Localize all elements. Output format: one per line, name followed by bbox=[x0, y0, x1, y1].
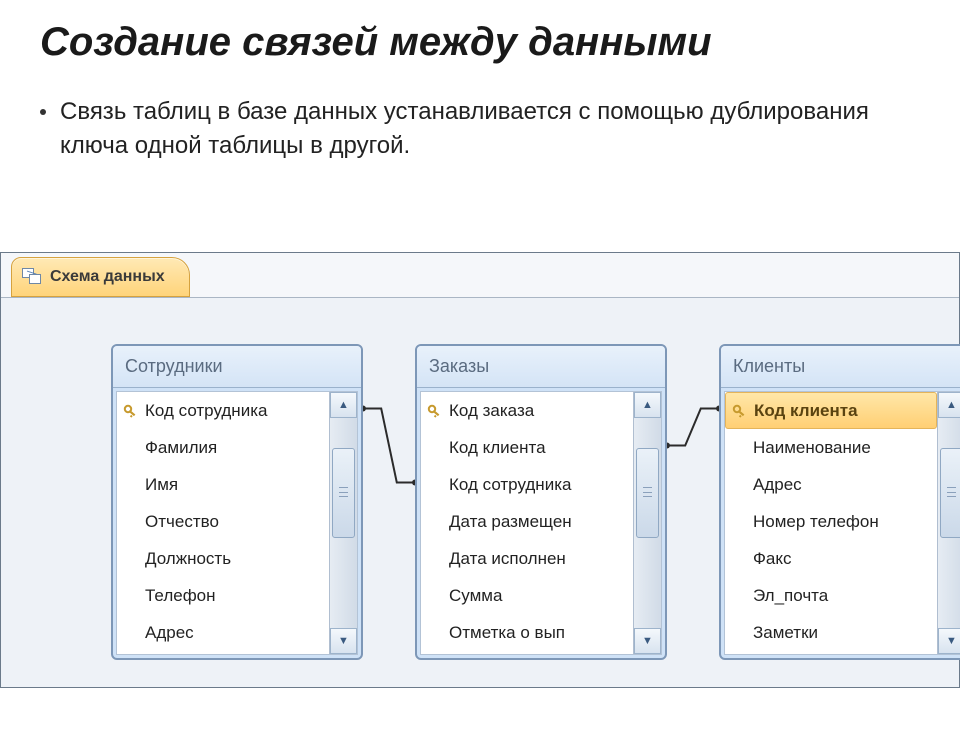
table-box[interactable]: Сотрудники Код сотрудника Фамилия Имя Отчест… bbox=[111, 344, 363, 660]
scroll-up-button[interactable]: ▲ bbox=[634, 392, 661, 418]
bullet-item: Связь таблиц в базе данных устанавливает… bbox=[40, 95, 920, 162]
table-body: Код клиента Наименование Адрес Номер телефо… bbox=[724, 391, 960, 655]
field-row-primary-key[interactable]: Код заказа bbox=[421, 392, 633, 429]
relationships-icon bbox=[22, 268, 42, 286]
scroll-thumb[interactable] bbox=[636, 448, 659, 538]
field-row[interactable]: Отметка о вып bbox=[421, 614, 633, 651]
table-title[interactable]: Заказы bbox=[417, 346, 665, 388]
field-label: Дата исполнен bbox=[449, 549, 566, 569]
field-label: Код клиента bbox=[754, 401, 858, 421]
field-row[interactable]: Телефон bbox=[117, 577, 329, 614]
field-row[interactable]: Адрес bbox=[725, 466, 937, 503]
key-icon bbox=[732, 403, 748, 419]
field-label: Должность bbox=[145, 549, 231, 569]
scroll-down-button[interactable]: ▼ bbox=[330, 628, 357, 654]
field-label: Код сотрудника bbox=[449, 475, 571, 495]
field-row[interactable]: Код сотрудника bbox=[421, 466, 633, 503]
scroll-down-button[interactable]: ▼ bbox=[634, 628, 661, 654]
field-label: Факс bbox=[753, 549, 792, 569]
field-label: Код сотрудника bbox=[145, 401, 267, 421]
scroll-up-button[interactable]: ▲ bbox=[330, 392, 357, 418]
scroll-track[interactable] bbox=[634, 418, 661, 628]
field-row[interactable]: Сумма bbox=[421, 577, 633, 614]
field-row-primary-key[interactable]: Код сотрудника bbox=[117, 392, 329, 429]
field-label: Отметка о вып bbox=[449, 623, 565, 643]
scroll-up-button[interactable]: ▲ bbox=[938, 392, 960, 418]
field-row[interactable]: Номер телефон bbox=[725, 503, 937, 540]
table-title[interactable]: Сотрудники bbox=[113, 346, 361, 388]
relationships-tab[interactable]: Схема данных bbox=[11, 257, 190, 297]
scroll-track[interactable] bbox=[938, 418, 960, 628]
field-row[interactable]: Эл_почта bbox=[725, 577, 937, 614]
bullet-text: Связь таблиц в базе данных устанавливает… bbox=[60, 95, 920, 162]
field-row[interactable]: Должность bbox=[117, 540, 329, 577]
field-label: Код заказа bbox=[449, 401, 534, 421]
field-label: Дата размещен bbox=[449, 512, 572, 532]
key-icon bbox=[427, 403, 443, 419]
field-label: Наименование bbox=[753, 438, 871, 458]
field-row[interactable]: Фамилия bbox=[117, 429, 329, 466]
field-row[interactable]: Заметки bbox=[725, 614, 937, 651]
field-row[interactable]: Наименование bbox=[725, 429, 937, 466]
field-label: Имя bbox=[145, 475, 178, 495]
workspace[interactable]: Сотрудники Код сотрудника Фамилия Имя Отчест… bbox=[1, 297, 959, 687]
scroll-down-button[interactable]: ▼ bbox=[938, 628, 960, 654]
field-label: Телефон bbox=[145, 586, 216, 606]
field-row[interactable]: Адрес bbox=[117, 614, 329, 651]
relationships-window: Схема данных Сотрудники Код сотрудника Фам… bbox=[0, 252, 960, 688]
field-label: Адрес bbox=[753, 475, 802, 495]
field-label: Номер телефон bbox=[753, 512, 879, 532]
field-row[interactable]: Дата размещен bbox=[421, 503, 633, 540]
table-title[interactable]: Клиенты bbox=[721, 346, 960, 388]
field-list: Код клиента Наименование Адрес Номер телефо… bbox=[725, 392, 937, 654]
field-label: Код клиента bbox=[449, 438, 546, 458]
slide-title: Создание связей между данными bbox=[40, 20, 920, 65]
scrollbar[interactable]: ▲▼ bbox=[329, 392, 357, 654]
tab-label: Схема данных bbox=[50, 268, 165, 286]
table-box[interactable]: Заказы Код заказа Код клиента Код сотрудник… bbox=[415, 344, 667, 660]
field-label: Заметки bbox=[753, 623, 818, 643]
field-row-primary-key[interactable]: Код клиента bbox=[725, 392, 937, 429]
scrollbar[interactable]: ▲▼ bbox=[633, 392, 661, 654]
scroll-track[interactable] bbox=[330, 418, 357, 628]
field-label: Отчество bbox=[145, 512, 219, 532]
scroll-thumb[interactable] bbox=[332, 448, 355, 538]
scroll-thumb[interactable] bbox=[940, 448, 960, 538]
field-row[interactable]: Дата исполнен bbox=[421, 540, 633, 577]
field-list: Код заказа Код клиента Код сотрудника Дата … bbox=[421, 392, 633, 654]
field-label: Фамилия bbox=[145, 438, 217, 458]
field-label: Сумма bbox=[449, 586, 502, 606]
field-row[interactable]: Отчество bbox=[117, 503, 329, 540]
table-body: Код заказа Код клиента Код сотрудника Дата … bbox=[420, 391, 662, 655]
relationship-line[interactable] bbox=[667, 409, 719, 446]
field-list: Код сотрудника Фамилия Имя Отчество Должност… bbox=[117, 392, 329, 654]
field-row[interactable]: Код клиента bbox=[421, 429, 633, 466]
field-label: Адрес bbox=[145, 623, 194, 643]
field-row[interactable]: Имя bbox=[117, 466, 329, 503]
field-label: Эл_почта bbox=[753, 586, 828, 606]
bullet-dot-icon bbox=[40, 109, 46, 115]
relationship-line[interactable] bbox=[363, 409, 415, 483]
table-box[interactable]: Клиенты Код клиента Наименование Адрес Номер… bbox=[719, 344, 960, 660]
field-row[interactable]: Факс bbox=[725, 540, 937, 577]
key-icon bbox=[123, 403, 139, 419]
scrollbar[interactable]: ▲▼ bbox=[937, 392, 960, 654]
table-body: Код сотрудника Фамилия Имя Отчество Должност… bbox=[116, 391, 358, 655]
